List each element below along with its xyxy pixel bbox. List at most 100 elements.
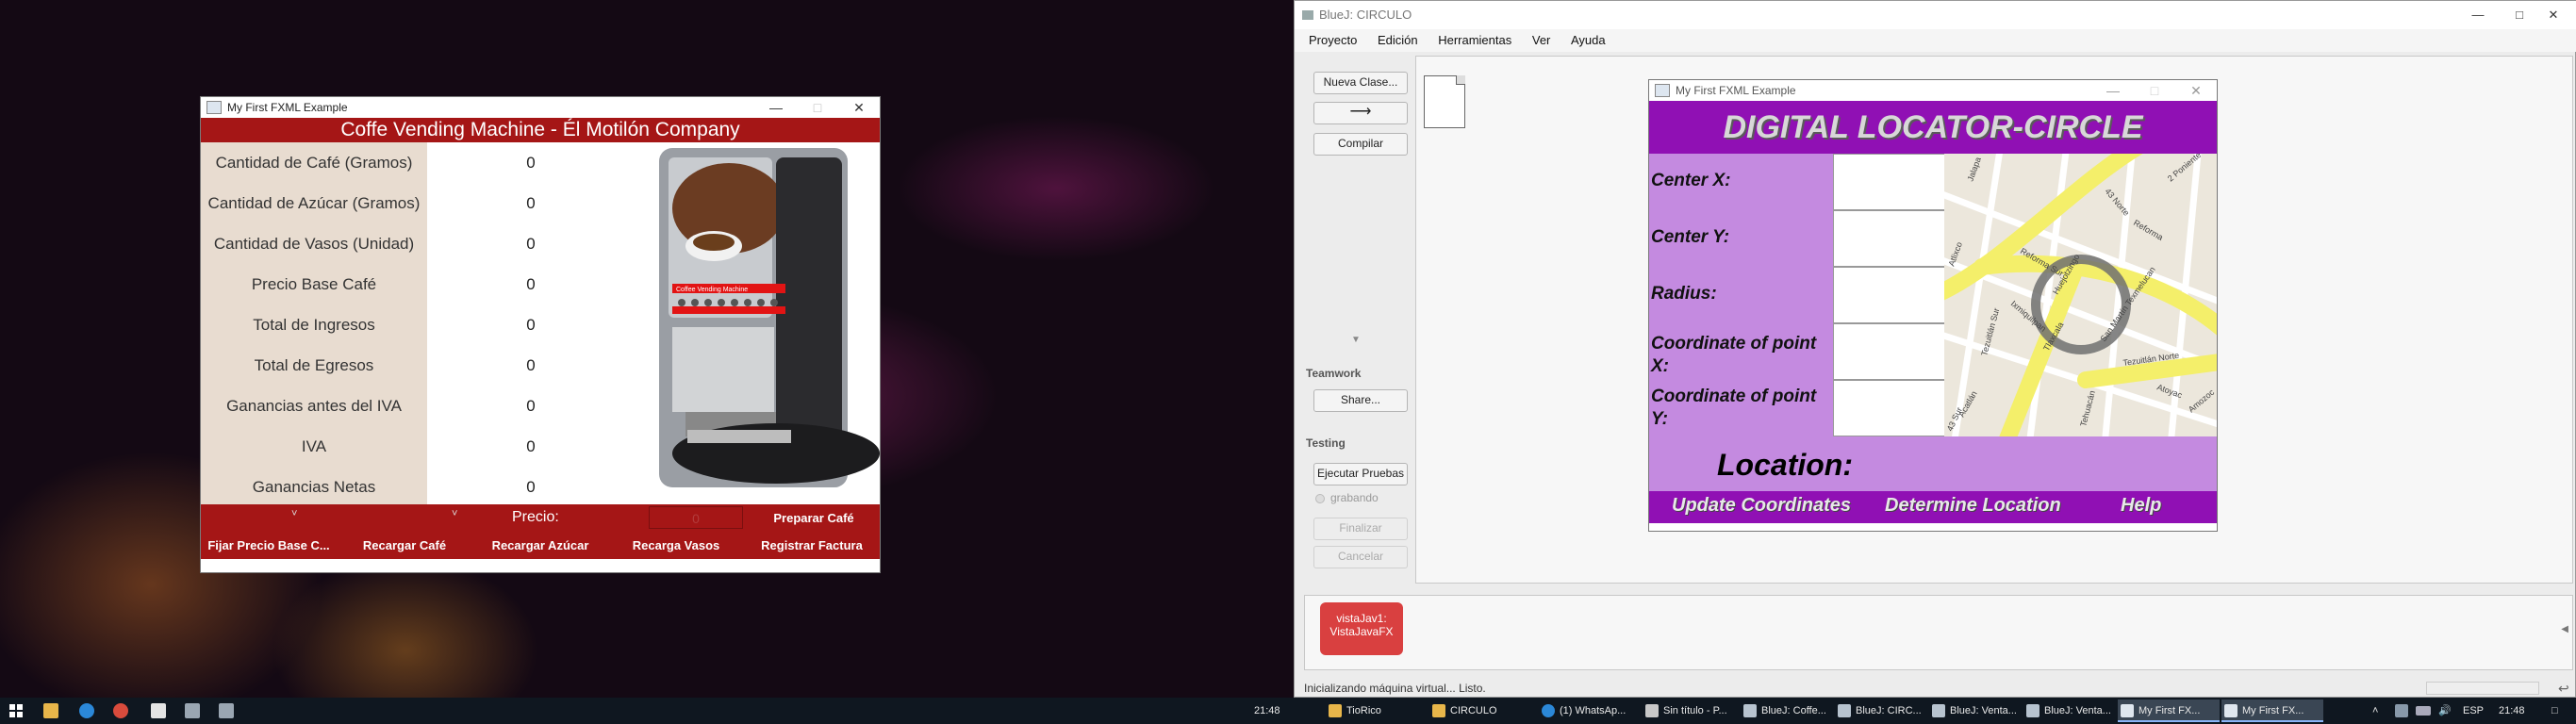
nueva-clase-button[interactable]: Nueva Clase... <box>1313 72 1408 94</box>
cancelar-button[interactable]: Cancelar <box>1313 546 1408 568</box>
readme-fold-icon <box>1456 75 1465 85</box>
combo-1[interactable]: ˅ <box>291 508 329 527</box>
task-whatsapp[interactable]: (1) WhatsAp... <box>1539 699 1643 722</box>
clock-left[interactable]: 21:48 <box>1254 698 1280 724</box>
bluej-close-icon[interactable]: ✕ <box>2539 1 2568 29</box>
task-label: BlueJ: Venta... <box>1950 705 2017 716</box>
price-field[interactable]: 0 <box>649 506 743 529</box>
value-total-egresos: 0 <box>526 356 536 374</box>
task-label: My First FX... <box>2242 705 2304 716</box>
tray-chevron-icon[interactable]: ˄ <box>2372 698 2378 724</box>
task-bluej-coffe[interactable]: BlueJ: Coffe... <box>1741 699 1835 722</box>
coffee-window: My First FXML Example — □ ✕ Coffe Vendin… <box>200 96 881 573</box>
update-coordinates-button[interactable]: Update Coordinates <box>1672 495 1851 517</box>
battery-icon[interactable] <box>2416 706 2431 716</box>
coffee-buttons-row: Fijar Precio Base C... Recargar Café Rec… <box>201 533 880 559</box>
new-arrow-button[interactable]: ⟶ <box>1313 102 1408 124</box>
task-fxml-2[interactable]: My First FX... <box>2221 699 2323 722</box>
maximize-icon[interactable]: □ <box>797 100 838 115</box>
locator-maximize-icon[interactable]: □ <box>2134 83 2175 98</box>
point-x-label: Coordinate of point X: <box>1651 333 1832 378</box>
bluej-maximize-icon[interactable]: □ <box>2505 1 2534 29</box>
registrar-factura-button[interactable]: Registrar Factura <box>744 533 880 559</box>
label-total-egresos: Total de Egresos <box>254 356 374 374</box>
object-instance[interactable]: vistaJav1: VistaJavaFX <box>1320 602 1403 655</box>
point-x-field[interactable] <box>1833 323 1946 380</box>
coffee-machine-image: Coffee Vending Machine <box>635 142 880 504</box>
chrome-icon[interactable] <box>113 703 128 718</box>
task-circulo[interactable]: CIRCULO <box>1429 699 1533 722</box>
java-app-icon-1[interactable] <box>185 703 200 718</box>
bluej-window-title: BlueJ: CIRCULO <box>1319 8 1412 22</box>
network-icon[interactable] <box>2395 704 2408 717</box>
point-y-label-line2: Y: <box>1651 409 1668 429</box>
java-small-icon <box>2224 704 2237 717</box>
task-bluej-venta-2[interactable]: BlueJ: Venta... <box>2023 699 2118 722</box>
menu-herramientas[interactable]: Herramientas <box>1429 29 1520 52</box>
price-label: Precio: <box>512 509 559 525</box>
determine-location-button[interactable]: Determine Location <box>1885 495 2061 517</box>
center-y-field[interactable] <box>1833 210 1946 267</box>
menu-proyecto[interactable]: Proyecto <box>1300 29 1365 52</box>
notifications-icon[interactable]: □ <box>2551 698 2558 724</box>
recarga-vasos-button[interactable]: Recarga Vasos <box>608 533 744 559</box>
java-app-icon-2[interactable] <box>219 703 234 718</box>
fijar-precio-button[interactable]: Fijar Precio Base C... <box>201 533 337 559</box>
task-fxml-1[interactable]: My First FX... <box>2118 699 2220 722</box>
grabando-radio[interactable] <box>1315 494 1325 503</box>
locator-minimize-icon[interactable]: — <box>2092 83 2134 98</box>
bluej-pinned-icon[interactable] <box>151 703 166 718</box>
radius-field[interactable] <box>1833 267 1946 323</box>
point-x-label-line1: Coordinate of point <box>1651 334 1817 354</box>
label-ganancias-netas: Ganancias Netas <box>252 478 376 496</box>
menu-ver[interactable]: Ver <box>1524 29 1560 52</box>
bluej-titlebar[interactable]: BlueJ: CIRCULO — □ ✕ <box>1295 1 2576 29</box>
bluej-minimize-icon[interactable]: — <box>2464 1 2492 29</box>
task-label: (1) WhatsAp... <box>1560 705 1627 716</box>
value-ganancias-netas: 0 <box>526 478 536 496</box>
task-bluej-circulo[interactable]: BlueJ: CIRC... <box>1835 699 1929 722</box>
center-x-field[interactable] <box>1833 154 1946 210</box>
task-label: BlueJ: Venta... <box>2044 705 2111 716</box>
windows-start-icon[interactable] <box>9 704 23 717</box>
menu-ayuda[interactable]: Ayuda <box>1562 29 1614 52</box>
teamwork-label: Teamwork <box>1306 367 1362 380</box>
combo-2[interactable]: ˅ <box>452 508 489 527</box>
menu-edicion[interactable]: Edición <box>1369 29 1427 52</box>
volume-icon[interactable]: 🔊 <box>2438 698 2452 724</box>
compilar-button[interactable]: Compilar <box>1313 133 1408 156</box>
recargar-cafe-button[interactable]: Recargar Café <box>337 533 472 559</box>
coffee-titlebar[interactable]: My First FXML Example — □ ✕ <box>201 97 880 118</box>
help-button[interactable]: Help <box>2121 495 2161 517</box>
task-label: BlueJ: CIRC... <box>1856 705 1922 716</box>
edge-icon[interactable] <box>79 703 94 718</box>
locator-close-icon[interactable]: ✕ <box>2175 83 2217 99</box>
bluej-small-icon <box>1932 704 1945 717</box>
machine-label: Coffee Vending Machine <box>676 287 748 293</box>
task-paint[interactable]: Sin título - P... <box>1643 699 1737 722</box>
collapse-arrow-icon[interactable]: ▼ <box>1351 335 1361 345</box>
language-indicator[interactable]: ESP <box>2463 698 2484 724</box>
terminal-icon[interactable]: ↩ <box>2558 678 2569 699</box>
minimize-icon[interactable]: — <box>755 100 797 115</box>
recargar-azucar-button[interactable]: Recargar Azúcar <box>472 533 608 559</box>
ejecutar-pruebas-button[interactable]: Ejecutar Pruebas <box>1313 463 1408 485</box>
bench-scroll-icon[interactable]: ◀ <box>2561 624 2568 634</box>
finalizar-button[interactable]: Finalizar <box>1313 518 1408 540</box>
point-y-field[interactable] <box>1833 380 1946 436</box>
task-tiorico[interactable]: TioRico <box>1326 699 1420 722</box>
task-bluej-venta-1[interactable]: BlueJ: Venta... <box>1929 699 2023 722</box>
center-x-label: Center X: <box>1651 171 1731 190</box>
bluej-menubar: Proyecto Edición Herramientas Ver Ayuda <box>1295 29 2576 52</box>
close-icon[interactable]: ✕ <box>838 100 880 116</box>
locator-titlebar[interactable]: My First FXML Example — □ ✕ <box>1649 80 2217 101</box>
file-explorer-icon[interactable] <box>43 703 58 718</box>
coffee-banner: Coffe Vending Machine - Él Motilón Compa… <box>201 118 880 142</box>
share-button[interactable]: Share... <box>1313 389 1408 412</box>
label-cantidad-azucar: Cantidad de Azúcar (Gramos) <box>207 194 421 212</box>
value-cantidad-cafe: 0 <box>526 154 536 172</box>
readme-file-icon[interactable] <box>1424 75 1465 128</box>
clock-right[interactable]: 21:48 <box>2499 698 2525 724</box>
preparar-cafe-button[interactable]: Preparar Café <box>748 505 880 532</box>
object-name: vistaJav1: <box>1336 612 1387 625</box>
